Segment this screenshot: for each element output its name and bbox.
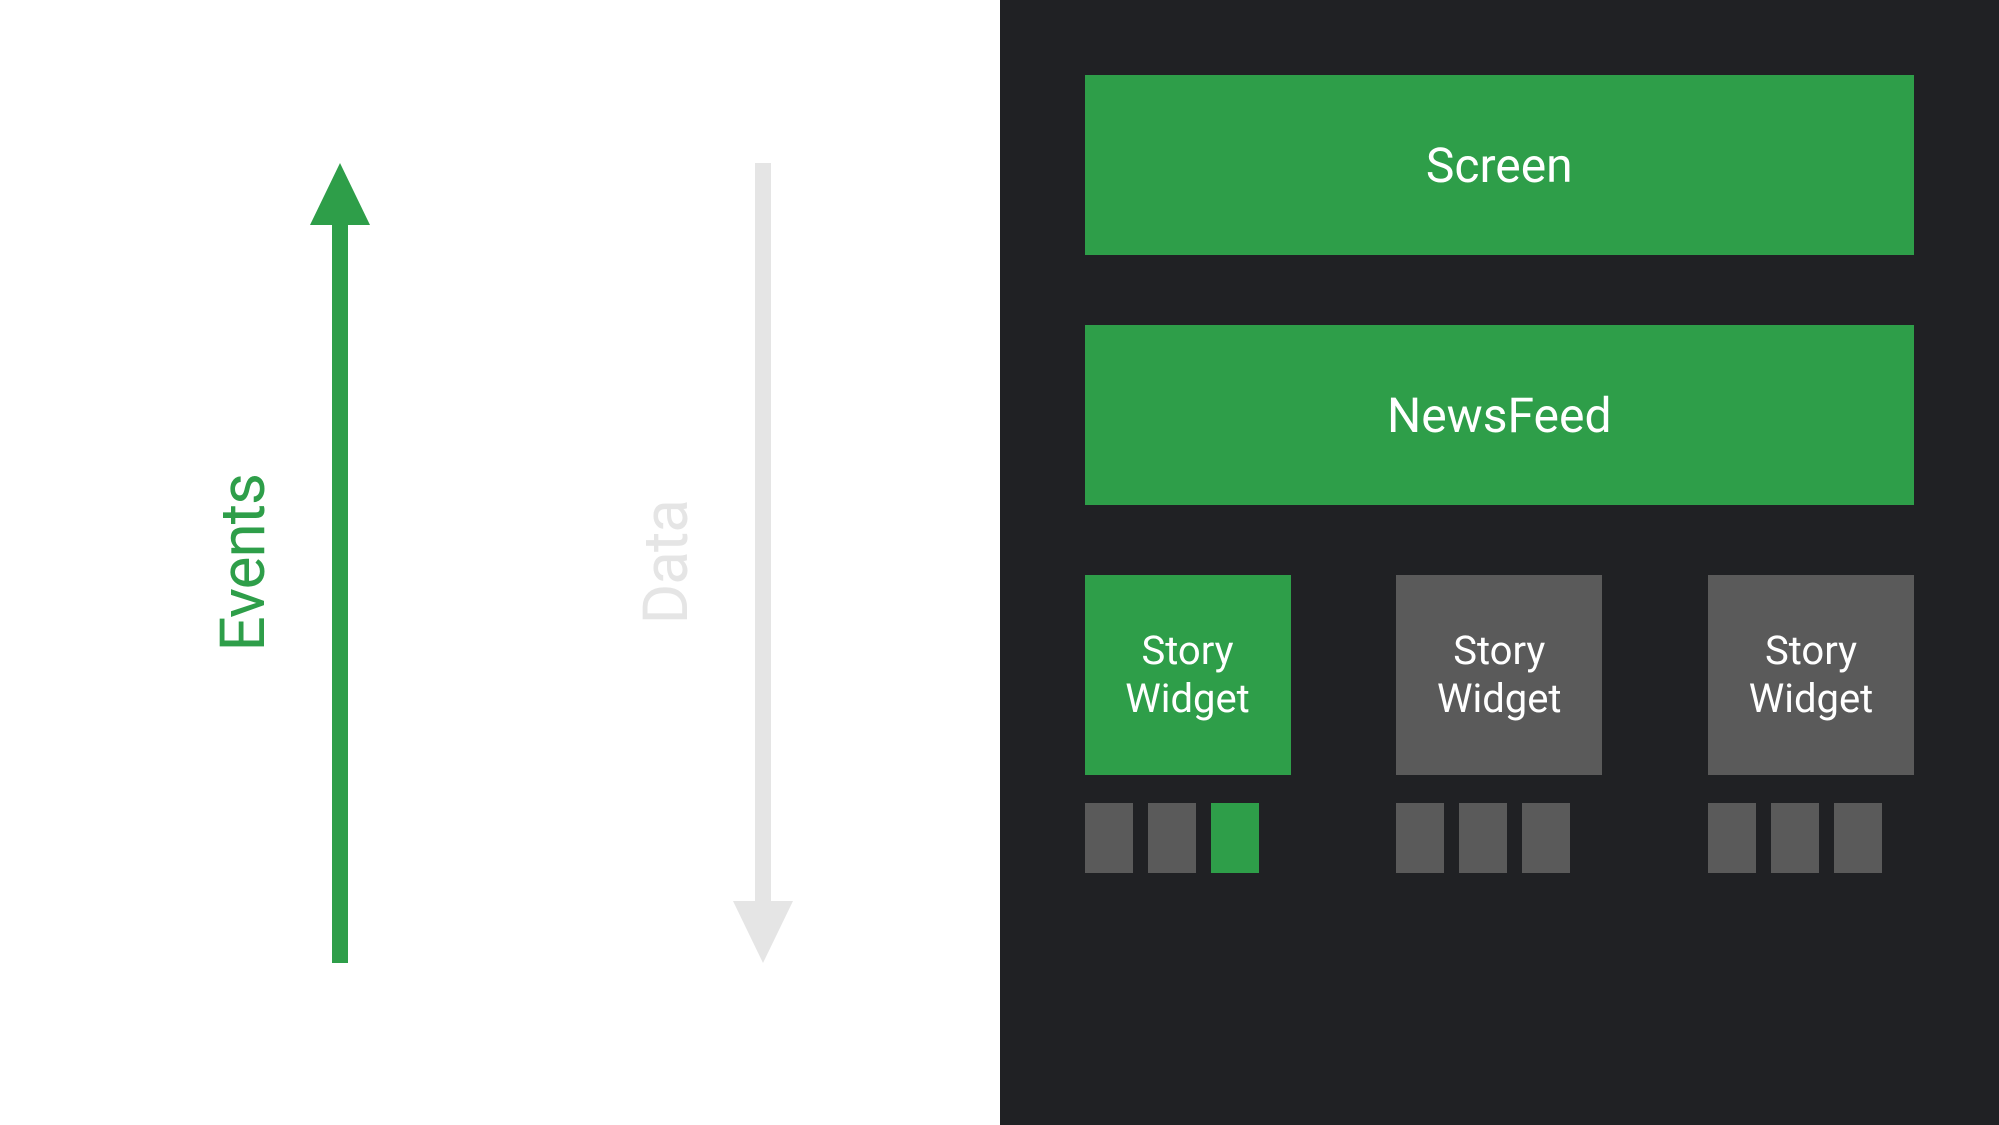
right-panel: Screen NewsFeed Story Widget Story Widge…: [1000, 0, 1999, 1125]
small-box: [1396, 803, 1444, 873]
data-label: Data: [630, 500, 703, 624]
story-widget-label: Story Widget: [1437, 627, 1562, 723]
story-widget: Story Widget: [1085, 575, 1291, 775]
story-widget-label: Story Widget: [1749, 627, 1874, 723]
screen-label: Screen: [1426, 137, 1573, 194]
events-arrow-group: Events: [207, 163, 370, 963]
story-widget: Story Widget: [1708, 575, 1914, 775]
widget-row: Story Widget Story Widget Story Widget: [1085, 575, 1915, 873]
screen-box: Screen: [1085, 75, 1915, 255]
small-box: [1211, 803, 1259, 873]
small-box: [1522, 803, 1570, 873]
widget-col-1: Story Widget: [1396, 575, 1602, 873]
story-widget-label: Story Widget: [1125, 627, 1250, 723]
small-box: [1459, 803, 1507, 873]
small-box: [1708, 803, 1756, 873]
arrow-down-icon: [733, 163, 793, 963]
small-box: [1834, 803, 1882, 873]
newsfeed-label: NewsFeed: [1387, 387, 1612, 444]
small-boxes: [1708, 803, 1914, 873]
small-box: [1085, 803, 1133, 873]
widget-col-2: Story Widget: [1708, 575, 1914, 873]
events-label: Events: [207, 474, 280, 652]
newsfeed-box: NewsFeed: [1085, 325, 1915, 505]
small-boxes: [1085, 803, 1291, 873]
small-box: [1771, 803, 1819, 873]
story-widget: Story Widget: [1396, 575, 1602, 775]
left-panel: Events Data: [0, 0, 1000, 1125]
widget-col-0: Story Widget: [1085, 575, 1291, 873]
arrow-up-icon: [310, 163, 370, 963]
small-boxes: [1396, 803, 1602, 873]
small-box: [1148, 803, 1196, 873]
data-arrow-group: Data: [630, 163, 793, 963]
